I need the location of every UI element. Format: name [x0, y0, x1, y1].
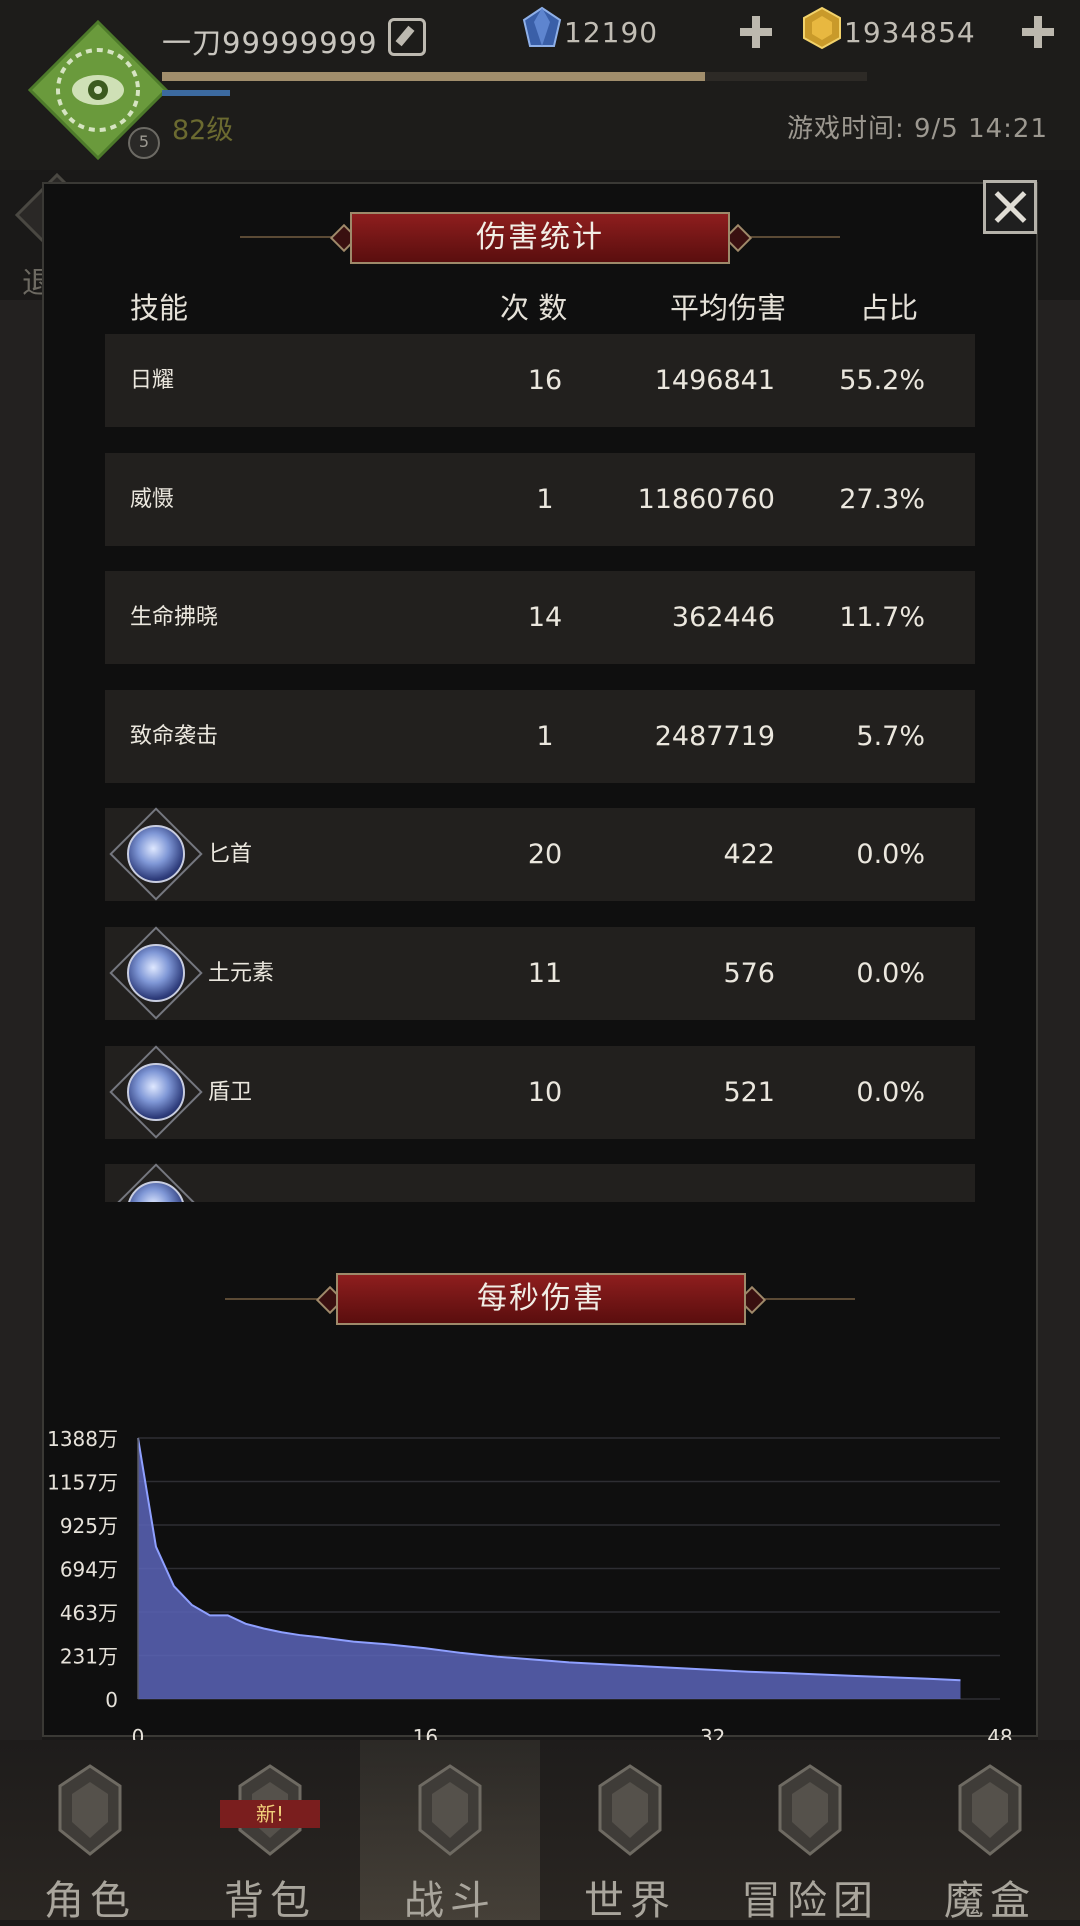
new-badge: 新!	[220, 1800, 320, 1828]
nav-item[interactable]: 魔盒	[900, 1740, 1080, 1924]
character-helmet-icon	[58, 1764, 122, 1856]
y-axis-tick-label: 1388万	[47, 1427, 118, 1451]
y-axis-tick-label: 694万	[60, 1558, 118, 1582]
y-axis-tick-label: 1157万	[47, 1471, 118, 1495]
nav-item[interactable]: 战斗	[360, 1740, 540, 1924]
y-axis-tick-label: 0	[105, 1688, 118, 1712]
nav-label: 背包	[224, 1878, 316, 1924]
nav-label: 魔盒	[944, 1878, 1036, 1924]
adventure-castle-icon	[778, 1764, 842, 1856]
nav-item[interactable]: 世界	[540, 1740, 720, 1924]
battle-sword-icon	[418, 1764, 482, 1856]
dps-chart: 1388万1157万925万694万463万231万00 16 32 48	[47, 1427, 1013, 1749]
nav-item[interactable]: 新! 背包	[180, 1740, 360, 1924]
nav-label: 战斗	[404, 1878, 496, 1924]
magic-box-icon	[958, 1764, 1022, 1856]
nav-item[interactable]: 角色	[0, 1740, 180, 1924]
nav-label: 世界	[584, 1878, 676, 1924]
nav-item[interactable]: 冒险团	[720, 1740, 900, 1924]
y-axis-tick-label: 925万	[60, 1514, 118, 1538]
y-axis-tick-label: 463万	[60, 1601, 118, 1625]
bottom-navigation: 角色 新! 背包 战斗 世界 冒险团 魔盒	[0, 1740, 1080, 1924]
world-map-icon	[598, 1764, 662, 1856]
nav-label: 角色	[44, 1878, 136, 1924]
y-axis-tick-label: 231万	[60, 1645, 118, 1669]
nav-label: 冒险团	[741, 1878, 879, 1924]
